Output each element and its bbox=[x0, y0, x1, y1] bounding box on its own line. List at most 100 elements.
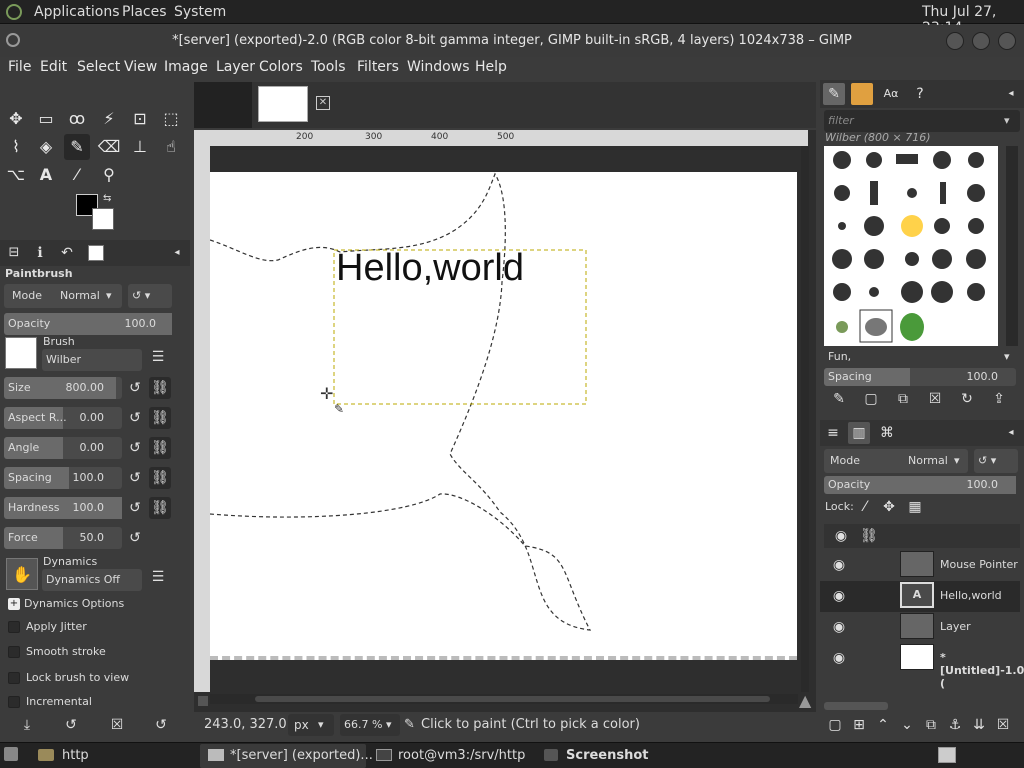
angle-slider[interactable]: Angle 0.00 bbox=[4, 437, 122, 459]
bucket-fill-tool-icon[interactable]: ◈ bbox=[33, 134, 59, 160]
reset-options-icon[interactable]: ↺ bbox=[150, 714, 172, 736]
applications-menu[interactable]: Applications bbox=[34, 4, 120, 20]
save-options-icon[interactable]: ⤓ bbox=[16, 714, 38, 736]
hello-world-text[interactable]: Hello,world bbox=[336, 244, 524, 292]
fuzzy-select-tool-icon[interactable]: ⚡ bbox=[96, 106, 122, 132]
lock-pixels-icon[interactable]: ⁄ bbox=[854, 496, 876, 518]
mode-reset-button[interactable]: ↺ ▾ bbox=[128, 284, 172, 308]
menu-filters[interactable]: Filters bbox=[357, 59, 399, 75]
link-aspect-icon[interactable]: ⛓ bbox=[149, 407, 171, 429]
ruler-corner[interactable] bbox=[194, 130, 210, 146]
refresh-brushes-icon[interactable]: ↻ bbox=[956, 388, 978, 410]
reset-angle-icon[interactable]: ↺ bbox=[124, 437, 146, 459]
restore-options-icon[interactable]: ↺ bbox=[60, 714, 82, 736]
menu-help[interactable]: Help bbox=[475, 59, 507, 75]
link-spacing-icon[interactable]: ⛓ bbox=[149, 467, 171, 489]
reset-hardness-icon[interactable]: ↺ bbox=[124, 497, 146, 519]
dynamics-options-expander[interactable]: Dynamics Options bbox=[24, 597, 124, 610]
lock-alpha-icon[interactable]: ▦ bbox=[904, 496, 926, 518]
task-screenshot[interactable]: Screenshot bbox=[566, 748, 649, 763]
paths-tab-icon[interactable]: ⌘ bbox=[876, 422, 898, 444]
spacing-slider[interactable]: Spacing 100.0 bbox=[4, 467, 122, 489]
help-tab-icon[interactable]: ? bbox=[909, 83, 931, 105]
new-layer-group-icon[interactable]: ⊞ bbox=[848, 714, 870, 736]
menu-layer[interactable]: Layer bbox=[216, 59, 255, 75]
delete-options-icon[interactable]: ☒ bbox=[106, 714, 128, 736]
menu-select[interactable]: Select bbox=[77, 59, 120, 75]
paintbrush-tool-icon[interactable]: ✎ bbox=[64, 134, 90, 160]
brush-grid[interactable] bbox=[824, 146, 998, 346]
fonts-tab-icon[interactable]: Aα bbox=[880, 83, 902, 105]
device-status-tab-icon[interactable]: ℹ bbox=[29, 242, 51, 264]
close-tab-icon[interactable]: ✕ bbox=[316, 96, 330, 110]
menu-tools[interactable]: Tools bbox=[311, 59, 346, 75]
task-gimp[interactable]: *[server] (exported)... bbox=[230, 748, 373, 763]
apply-jitter-checkbox[interactable] bbox=[8, 621, 20, 633]
images-tab-icon[interactable] bbox=[88, 245, 104, 261]
layer-visibility-eye-icon[interactable]: ◉ bbox=[828, 616, 850, 638]
background-color-swatch[interactable] bbox=[92, 208, 114, 230]
smooth-stroke-checkbox[interactable] bbox=[8, 646, 20, 658]
eraser-tool-icon[interactable]: ⌫ bbox=[96, 134, 122, 160]
lock-position-icon[interactable]: ✥ bbox=[878, 496, 900, 518]
link-size-icon[interactable]: ⛓ bbox=[149, 377, 171, 399]
layer-visibility-eye-icon[interactable]: ◉ bbox=[828, 647, 850, 669]
new-layer-icon[interactable]: ▢ bbox=[824, 714, 846, 736]
expand-dynamics-icon[interactable]: + bbox=[8, 598, 20, 610]
crop-tool-icon[interactable]: ⊡ bbox=[127, 106, 153, 132]
image-canvas[interactable]: Hello,world ✛ ✎ bbox=[210, 172, 797, 660]
navigate-icon[interactable]: ▲ bbox=[799, 691, 811, 710]
link-angle-icon[interactable]: ⛓ bbox=[149, 437, 171, 459]
places-menu[interactable]: Places bbox=[122, 4, 167, 20]
link-hardness-icon[interactable]: ⛓ bbox=[149, 497, 171, 519]
text-tool-icon[interactable]: A bbox=[33, 162, 59, 188]
reset-force-icon[interactable]: ↺ bbox=[124, 527, 146, 549]
menu-edit[interactable]: Edit bbox=[40, 59, 67, 75]
image-tab-2[interactable] bbox=[258, 86, 308, 122]
lower-layer-icon[interactable]: ⌄ bbox=[896, 714, 918, 736]
merge-layer-icon[interactable]: ⇊ bbox=[968, 714, 990, 736]
warp-tool-icon[interactable]: ⌇ bbox=[3, 134, 29, 160]
move-tool-icon[interactable]: ✥ bbox=[3, 106, 29, 132]
minimize-button[interactable] bbox=[946, 32, 964, 50]
mode-select[interactable]: Mode Normal ▾ bbox=[4, 284, 122, 308]
smudge-tool-icon[interactable]: ☝ bbox=[158, 134, 184, 160]
incremental-checkbox[interactable] bbox=[8, 696, 20, 708]
edit-dynamics-icon[interactable]: ☰ bbox=[147, 566, 169, 588]
vertical-ruler[interactable] bbox=[194, 146, 210, 692]
image-tab-1[interactable] bbox=[194, 82, 252, 128]
layer-row-mouse-pointer[interactable]: ◉ Mouse Pointer bbox=[820, 550, 1020, 581]
unit-select[interactable]: px ▾ bbox=[288, 714, 334, 736]
horizontal-scrollbar-thumb[interactable] bbox=[255, 696, 770, 702]
close-button[interactable] bbox=[998, 32, 1016, 50]
dynamics-field[interactable]: Dynamics Off bbox=[42, 569, 142, 591]
layer-row-layer[interactable]: ◉ Layer bbox=[820, 612, 1020, 643]
layer-opacity-slider[interactable]: Opacity 100.0 bbox=[824, 476, 1016, 494]
workspace-switcher[interactable] bbox=[938, 747, 956, 763]
menu-colors[interactable]: Colors bbox=[259, 59, 303, 75]
anchor-layer-icon[interactable]: ⚓ bbox=[944, 714, 966, 736]
tag-chevron-icon[interactable]: ▾ bbox=[1004, 350, 1010, 363]
brush-name-field[interactable]: Wilber bbox=[42, 349, 142, 371]
edit-brush-icon[interactable]: ☰ bbox=[147, 346, 169, 368]
transform-tool-icon[interactable]: ⬚ bbox=[158, 106, 184, 132]
edit-brush-button-icon[interactable]: ✎ bbox=[828, 388, 850, 410]
lock-brush-checkbox[interactable] bbox=[8, 672, 20, 684]
layers-configure-icon[interactable]: ◂ bbox=[1000, 422, 1022, 444]
color-picker-tool-icon[interactable]: ⁄ bbox=[64, 162, 90, 188]
reset-spacing-icon[interactable]: ↺ bbox=[124, 467, 146, 489]
size-slider[interactable]: Size 800.00 bbox=[4, 377, 122, 399]
lasso-tool-icon[interactable]: ꝏ bbox=[64, 106, 90, 132]
menu-file[interactable]: File bbox=[8, 59, 31, 75]
hardness-slider[interactable]: Hardness 100.0 bbox=[4, 497, 122, 519]
paths-tool-icon[interactable]: ⌥ bbox=[3, 162, 29, 188]
brush-tag-value[interactable]: Fun, bbox=[828, 350, 851, 363]
layers-scrollbar-thumb[interactable] bbox=[824, 702, 888, 710]
menu-image[interactable]: Image bbox=[164, 59, 208, 75]
task-terminal[interactable]: root@vm3:/srv/http bbox=[398, 748, 525, 763]
layer-mode-select[interactable]: Mode Normal ▾ bbox=[824, 449, 968, 473]
reset-aspect-icon[interactable]: ↺ bbox=[124, 407, 146, 429]
horizontal-scrollbar[interactable] bbox=[210, 694, 798, 704]
dynamics-preview-icon[interactable]: ✋ bbox=[6, 558, 38, 590]
brush-filter-input[interactable]: filter ▾ bbox=[824, 110, 1020, 132]
